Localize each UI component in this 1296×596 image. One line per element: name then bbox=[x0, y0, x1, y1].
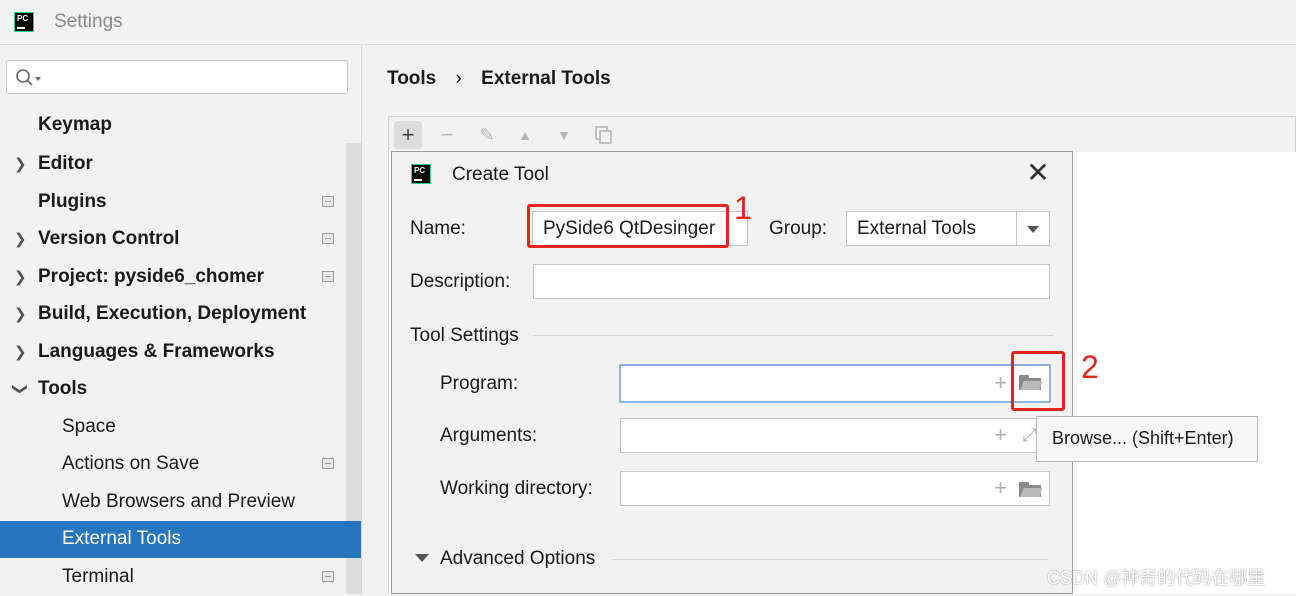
sidebar-item-build[interactable]: ❯ Build, Execution, Deployment bbox=[0, 296, 345, 333]
chevron-down-icon[interactable] bbox=[415, 554, 429, 562]
annotation-box-1 bbox=[527, 204, 729, 248]
expand-icon[interactable]: ⤢ bbox=[1023, 425, 1037, 446]
chevron-down-icon[interactable] bbox=[1016, 212, 1049, 245]
section-divider bbox=[612, 559, 1048, 560]
sidebar-item-project[interactable]: ❯ Project: pyside6_chomer bbox=[0, 259, 345, 296]
sidebar-item-tools[interactable]: ❯ Tools bbox=[0, 371, 345, 408]
arguments-field[interactable]: + ⤢ bbox=[620, 418, 1050, 453]
sidebar-item-web-browsers[interactable]: Web Browsers and Preview bbox=[0, 484, 345, 521]
settings-search-input[interactable] bbox=[6, 60, 348, 94]
watermark: CSDN @神奇的代码在哪里 bbox=[1047, 568, 1266, 588]
group-label: Group: bbox=[769, 218, 828, 239]
folder-open-icon[interactable] bbox=[1019, 482, 1043, 497]
settings-scope-icon bbox=[322, 458, 334, 469]
group-select-value: External Tools bbox=[857, 218, 976, 239]
pycharm-logo-icon: PC bbox=[411, 164, 431, 184]
breadcrumb-item-external-tools: External Tools bbox=[481, 68, 611, 89]
sidebar-item-label: Plugins bbox=[38, 191, 107, 212]
tool-settings-heading: Tool Settings bbox=[410, 325, 519, 346]
sidebar-item-editor[interactable]: ❯ Editor bbox=[0, 146, 345, 183]
sidebar-item-terminal[interactable]: Terminal bbox=[0, 559, 345, 596]
settings-scope-icon bbox=[322, 271, 334, 282]
insert-macro-icon[interactable]: + bbox=[994, 372, 1007, 394]
insert-macro-icon[interactable]: + bbox=[994, 424, 1007, 446]
chevron-right-icon: ❯ bbox=[14, 269, 27, 286]
close-icon[interactable]: ✕ bbox=[1024, 159, 1052, 188]
search-icon bbox=[16, 69, 41, 86]
sidebar-item-plugins[interactable]: Plugins bbox=[0, 184, 345, 221]
sidebar-item-version-control[interactable]: ❯ Version Control bbox=[0, 221, 345, 258]
description-label: Description: bbox=[410, 271, 511, 292]
search-field[interactable] bbox=[45, 63, 339, 93]
insert-macro-icon[interactable]: + bbox=[994, 477, 1007, 499]
annotation-number-1: 1 bbox=[734, 190, 752, 226]
sidebar-item-space[interactable]: Space bbox=[0, 409, 345, 446]
sidebar-item-label: External Tools bbox=[62, 528, 181, 549]
title-bar: PC Settings bbox=[0, 0, 1296, 45]
advanced-options-toggle[interactable]: Advanced Options bbox=[440, 548, 595, 570]
settings-scope-icon bbox=[322, 571, 334, 582]
name-label: Name: bbox=[410, 218, 466, 239]
sidebar-item-label: Editor bbox=[38, 153, 93, 174]
breadcrumb-separator: › bbox=[455, 68, 462, 89]
annotation-number-2: 2 bbox=[1081, 349, 1099, 385]
edit-icon[interactable]: ✎ bbox=[473, 121, 501, 149]
breadcrumb: Tools › External Tools bbox=[387, 68, 611, 90]
sidebar-item-label: Space bbox=[62, 416, 116, 437]
section-divider bbox=[533, 335, 1054, 336]
working-directory-label: Working directory: bbox=[440, 478, 593, 499]
sidebar-item-label: Actions on Save bbox=[62, 453, 200, 474]
settings-scope-icon bbox=[322, 233, 334, 244]
arguments-input[interactable] bbox=[621, 419, 981, 452]
tooltip-text: Browse... (Shift+Enter) bbox=[1052, 428, 1234, 448]
sidebar-item-label: Keymap bbox=[38, 114, 112, 135]
sidebar-item-label: Languages & Frameworks bbox=[38, 341, 275, 362]
sidebar-item-label: Version Control bbox=[38, 228, 180, 249]
annotation-box-2 bbox=[1011, 351, 1065, 411]
sidebar-item-label: Build, Execution, Deployment bbox=[38, 303, 307, 324]
add-icon[interactable]: + bbox=[394, 121, 422, 149]
move-down-icon[interactable]: ▼ bbox=[550, 121, 578, 149]
window-title: Settings bbox=[54, 11, 123, 32]
program-input[interactable] bbox=[621, 366, 981, 401]
program-field[interactable]: + bbox=[619, 364, 1051, 403]
sidebar-item-label: Tools bbox=[38, 378, 88, 399]
sidebar-item-label: Web Browsers and Preview bbox=[62, 491, 296, 512]
chevron-right-icon: ❯ bbox=[14, 306, 27, 323]
browse-tooltip: Browse... (Shift+Enter) bbox=[1036, 416, 1258, 462]
description-input[interactable] bbox=[534, 265, 1049, 298]
chevron-down-icon: ❯ bbox=[11, 382, 29, 396]
description-field[interactable] bbox=[533, 264, 1050, 299]
arguments-label: Arguments: bbox=[440, 425, 538, 446]
settings-scope-icon bbox=[322, 196, 334, 207]
copy-icon[interactable] bbox=[590, 121, 618, 149]
move-up-icon[interactable]: ▲ bbox=[511, 121, 539, 149]
chevron-right-icon: ❯ bbox=[14, 344, 27, 361]
sidebar-item-label: Terminal bbox=[62, 566, 134, 587]
external-tools-toolbar: + − ✎ ▲ ▼ bbox=[388, 116, 1296, 152]
chevron-right-icon: ❯ bbox=[14, 156, 27, 173]
working-directory-input[interactable] bbox=[621, 472, 981, 505]
sidebar-item-label: Project: pyside6_chomer bbox=[38, 266, 264, 287]
sidebar-item-languages[interactable]: ❯ Languages & Frameworks bbox=[0, 334, 345, 371]
sidebar-item-keymap[interactable]: Keymap bbox=[0, 107, 345, 144]
breadcrumb-item-tools[interactable]: Tools bbox=[387, 68, 436, 90]
working-directory-field[interactable]: + bbox=[620, 471, 1050, 506]
sidebar-item-external-tools[interactable]: External Tools bbox=[0, 521, 361, 558]
sidebar-item-actions-on-save[interactable]: Actions on Save bbox=[0, 446, 345, 483]
program-label: Program: bbox=[440, 373, 519, 394]
remove-icon[interactable]: − bbox=[433, 121, 461, 149]
group-select[interactable]: External Tools bbox=[846, 211, 1050, 246]
pycharm-logo-icon: PC bbox=[14, 12, 34, 32]
dialog-title: Create Tool bbox=[452, 164, 549, 185]
chevron-right-icon: ❯ bbox=[14, 231, 27, 248]
